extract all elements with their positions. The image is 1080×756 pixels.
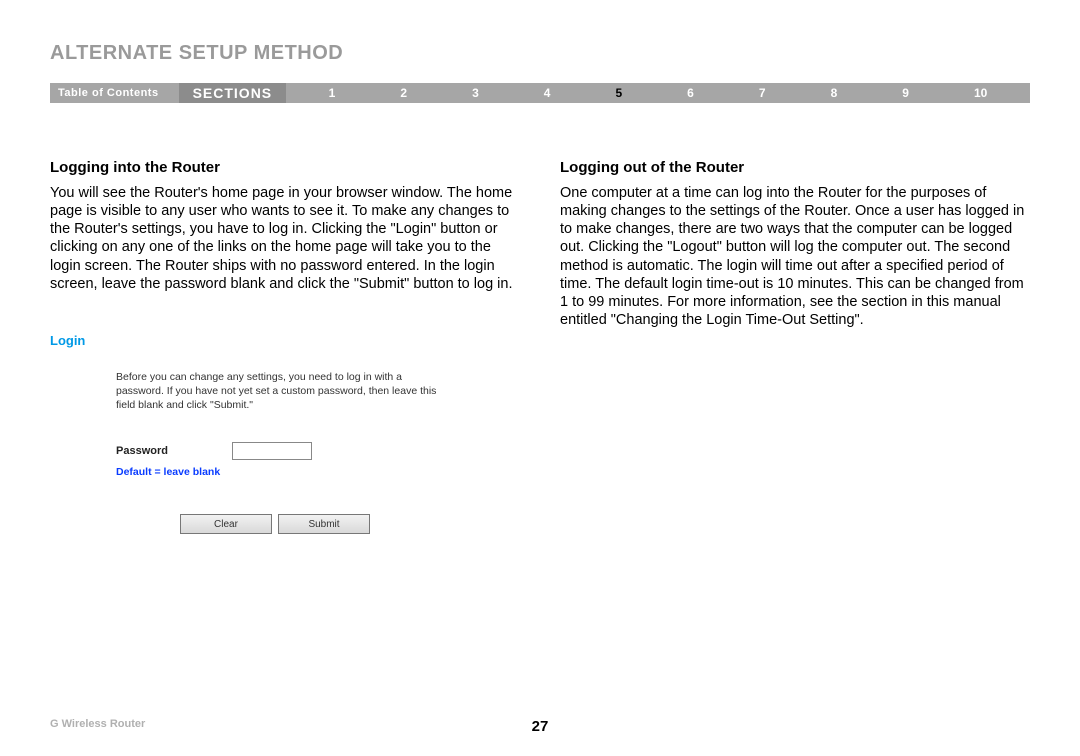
clear-button[interactable]: Clear: [180, 514, 272, 534]
password-hint: Default = leave blank: [116, 466, 490, 478]
section-link-9[interactable]: 9: [902, 86, 909, 100]
section-link-6[interactable]: 6: [687, 86, 694, 100]
logout-body-text: One computer at a time can log into the …: [560, 184, 1030, 329]
login-panel-title: Login: [50, 333, 490, 348]
product-name: G Wireless Router: [50, 718, 145, 730]
toc-link[interactable]: Table of Contents: [50, 87, 159, 99]
submit-button[interactable]: Submit: [278, 514, 370, 534]
right-column: Logging out of the Router One computer a…: [560, 159, 1030, 534]
password-label: Password: [116, 445, 168, 457]
page-number: 27: [532, 718, 549, 735]
section-link-1[interactable]: 1: [329, 86, 336, 100]
section-link-2[interactable]: 2: [400, 86, 407, 100]
section-nav-bar: Table of Contents SECTIONS 1 2 3 4 5 6 7…: [50, 83, 1030, 103]
section-link-4[interactable]: 4: [544, 86, 551, 100]
section-link-3[interactable]: 3: [472, 86, 479, 100]
login-panel-instructions: Before you can change any settings, you …: [116, 370, 446, 413]
login-heading: Logging into the Router: [50, 159, 520, 176]
section-link-8[interactable]: 8: [831, 86, 838, 100]
logout-heading: Logging out of the Router: [560, 159, 1030, 176]
login-panel: Login Before you can change any settings…: [50, 333, 490, 535]
left-column: Logging into the Router You will see the…: [50, 159, 520, 534]
section-link-5-current[interactable]: 5: [615, 86, 622, 100]
section-link-7[interactable]: 7: [759, 86, 766, 100]
section-link-10[interactable]: 10: [974, 86, 987, 100]
sections-label: SECTIONS: [179, 83, 287, 103]
page-title: ALTERNATE SETUP METHOD: [50, 42, 1030, 65]
section-number-list: 1 2 3 4 5 6 7 8 9 10: [286, 86, 1030, 100]
page-footer: G Wireless Router 27: [50, 718, 1030, 730]
login-body-text: You will see the Router's home page in y…: [50, 184, 520, 293]
password-input[interactable]: [232, 442, 312, 460]
